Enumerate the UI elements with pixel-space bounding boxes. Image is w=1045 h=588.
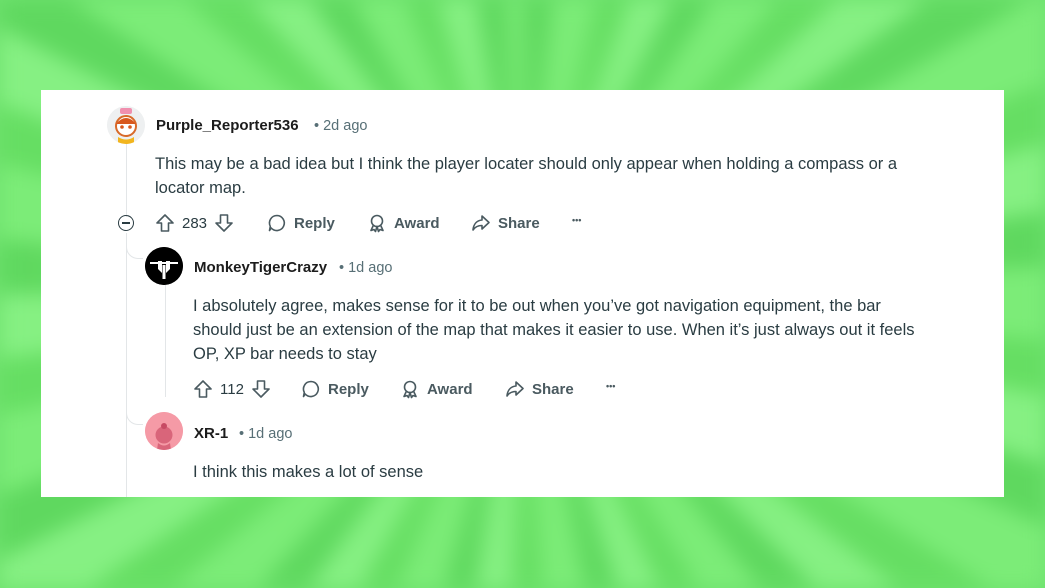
comment-body-line: OP, XP bar needs to stay	[193, 345, 377, 363]
comment-body: I absolutely agree, makes sense for it t…	[193, 294, 993, 366]
comment-thread-card: Purple_Reporter536 • 2d ago This may be …	[41, 90, 1004, 497]
reply-button[interactable]: Reply	[267, 213, 335, 233]
vote-count: 283	[182, 214, 208, 232]
more-options-button[interactable]: •••	[606, 381, 615, 391]
award-label: Award	[427, 380, 473, 398]
comment-body-line: This may be a bad idea but I think the p…	[155, 155, 898, 173]
award-icon	[400, 379, 420, 399]
reply-label: Reply	[328, 380, 369, 398]
reply-button[interactable]: Reply	[301, 379, 369, 399]
comment-username[interactable]: MonkeyTigerCrazy	[194, 259, 327, 276]
share-icon	[505, 379, 525, 399]
comment-body-line: should just be an extension of the map t…	[193, 321, 915, 339]
comment-timestamp: • 2d ago	[314, 118, 368, 134]
comment-body: I think this makes a lot of sense	[193, 460, 993, 484]
thread-branch	[126, 408, 143, 425]
vote-group: 283	[155, 213, 234, 233]
downvote-icon[interactable]	[251, 379, 271, 399]
award-button[interactable]: Award	[400, 379, 473, 399]
share-icon	[471, 213, 491, 233]
avatar[interactable]	[145, 247, 183, 285]
comment-body-line: I absolutely agree, makes sense for it t…	[193, 297, 881, 315]
comment-username[interactable]: Purple_Reporter536	[156, 117, 299, 134]
more-icon: •••	[572, 215, 582, 225]
thread-line	[126, 138, 127, 217]
share-button[interactable]: Share	[471, 213, 540, 233]
vote-group: 112	[193, 379, 271, 399]
thread-line	[126, 233, 127, 497]
vote-count: 112	[220, 380, 244, 398]
share-label: Share	[532, 380, 574, 398]
collapse-thread-button[interactable]	[118, 215, 134, 231]
avatar[interactable]	[145, 412, 183, 450]
comment-bubble-icon	[267, 213, 287, 233]
more-options-button[interactable]: •••	[572, 215, 581, 225]
comment-bubble-icon	[301, 379, 321, 399]
comment-body-line: I think this makes a lot of sense	[193, 463, 424, 481]
comment-body-line: locator map.	[155, 179, 246, 197]
more-icon: •••	[606, 381, 616, 391]
thread-branch	[126, 240, 143, 259]
thread-line	[165, 285, 166, 397]
share-button[interactable]: Share	[505, 379, 574, 399]
upvote-icon[interactable]	[193, 379, 213, 399]
comment-timestamp: • 1d ago	[239, 426, 293, 442]
upvote-icon[interactable]	[155, 213, 175, 233]
award-button[interactable]: Award	[367, 213, 440, 233]
comment-timestamp: • 1d ago	[339, 260, 393, 276]
downvote-icon[interactable]	[214, 213, 234, 233]
award-icon	[367, 213, 387, 233]
comment-body: This may be a bad idea but I think the p…	[155, 152, 975, 200]
comment-username[interactable]: XR-1	[194, 425, 228, 442]
share-label: Share	[498, 214, 540, 232]
reply-label: Reply	[294, 214, 335, 232]
award-label: Award	[394, 214, 440, 232]
avatar[interactable]	[107, 106, 145, 144]
